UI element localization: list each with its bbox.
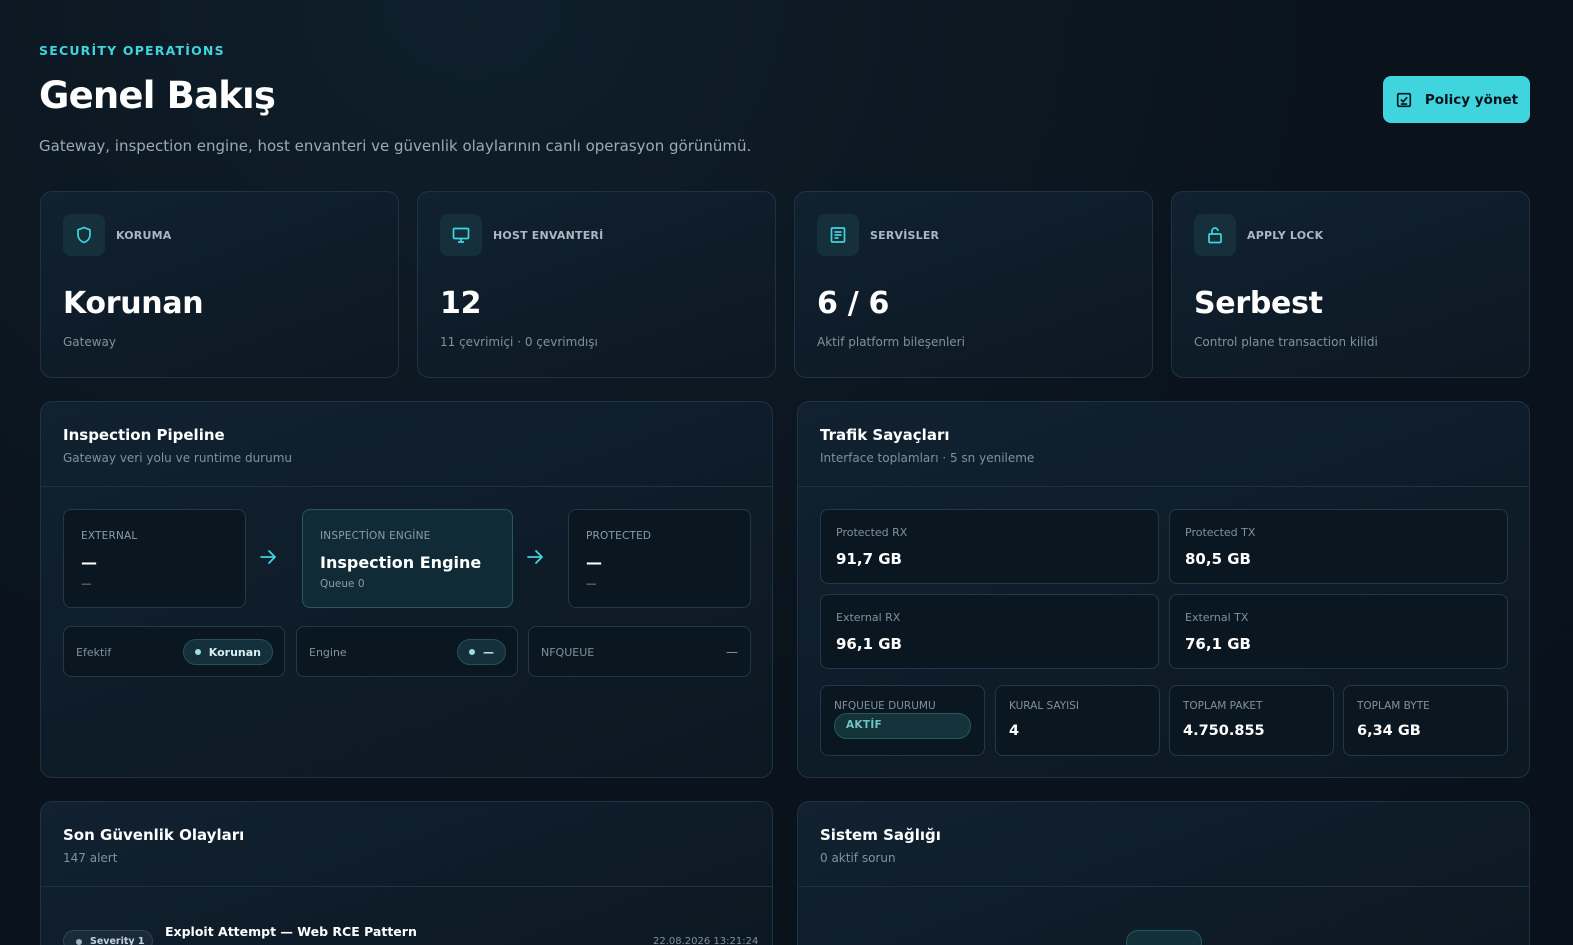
chip-engine: Engine — xyxy=(296,626,518,677)
chip-effective: Efektif Korunan xyxy=(63,626,285,677)
eyebrow: SECURİTY OPERATİONS xyxy=(39,43,225,58)
divider xyxy=(41,886,772,887)
metric-total-bytes: TOPLAM BYTE 6,34 GB xyxy=(1343,685,1508,756)
panel-subtitle: Gateway veri yolu ve runtime durumu xyxy=(63,451,293,465)
severity-dot xyxy=(76,939,82,945)
metric-external-tx: External TX 76,1 GB xyxy=(1169,594,1508,669)
stat-card-services: SERVİSLER 6 / 6 Aktif platform bileşenle… xyxy=(794,191,1153,378)
metric-rule-count: KURAL SAYISI 4 xyxy=(995,685,1160,756)
chip-value: — xyxy=(726,645,738,659)
stat-card-apply-lock: APPLY LOCK Serbest Control plane transac… xyxy=(1171,191,1530,378)
node-value: — xyxy=(81,553,97,572)
policy-manage-label: Policy yönet xyxy=(1424,91,1519,108)
traffic-counters-panel: Trafik Sayaçları Interface toplamları · … xyxy=(797,401,1530,778)
monitor-icon xyxy=(440,214,482,256)
stat-value: 6 / 6 xyxy=(817,286,890,321)
status-text: Korunan xyxy=(208,645,261,659)
metric-label: Protected TX xyxy=(1185,526,1256,539)
node-label: PROTECTED xyxy=(586,530,652,542)
metric-value: 80,5 GB xyxy=(1185,550,1251,568)
metric-label: Protected RX xyxy=(836,526,908,539)
chip-label: NFQUEUE xyxy=(541,646,595,659)
stat-sub: Gateway xyxy=(63,335,117,349)
checklist-icon xyxy=(1395,91,1413,109)
stat-sub: Control plane transaction kilidi xyxy=(1194,335,1378,349)
metric-value: 91,7 GB xyxy=(836,550,902,568)
shield-icon xyxy=(63,214,105,256)
status-dot xyxy=(469,649,475,655)
arrow-right-icon xyxy=(260,550,276,564)
status-text: — xyxy=(483,645,494,659)
node-label: INSPECTİON ENGİNE xyxy=(320,530,431,542)
stat-value: Korunan xyxy=(63,286,204,321)
pipeline-node-engine: INSPECTİON ENGİNE Inspection Engine Queu… xyxy=(302,509,513,608)
system-health-panel: Sistem Sağlığı 0 aktif sorun xyxy=(797,801,1530,945)
page-subtitle: Gateway, inspection engine, host envante… xyxy=(39,137,752,155)
health-status-badge xyxy=(1126,930,1202,945)
status-dot xyxy=(194,649,201,655)
document-icon xyxy=(817,214,859,256)
pipeline-node-external: EXTERNAL — — xyxy=(63,509,246,608)
status-badge: — xyxy=(457,639,506,665)
panel-title: Inspection Pipeline xyxy=(63,426,225,444)
unlock-icon xyxy=(1194,214,1236,256)
metric-label: KURAL SAYISI xyxy=(1009,700,1080,712)
node-sub: — xyxy=(81,578,92,590)
divider xyxy=(798,886,1529,887)
chip-label: Efektif xyxy=(76,646,112,659)
stat-sub: Aktif platform bileşenleri xyxy=(817,335,965,349)
metric-value: 4 xyxy=(1009,723,1020,739)
metric-value: 96,1 GB xyxy=(836,635,902,653)
stat-label: SERVİSLER xyxy=(870,229,940,242)
metric-label: TOPLAM PAKET xyxy=(1183,700,1263,712)
event-title: Exploit Attempt — Web RCE Pattern xyxy=(165,924,417,939)
panel-subtitle: Interface toplamları · 5 sn yenileme xyxy=(820,451,1035,465)
severity-text: Severity 1 xyxy=(90,936,145,945)
metric-value: 4.750.855 xyxy=(1183,723,1265,739)
stat-value: 12 xyxy=(440,286,482,321)
stat-card-protection: KORUMA Korunan Gateway xyxy=(40,191,399,378)
pipeline-node-protected: PROTECTED — — xyxy=(568,509,751,608)
event-time: 22.08.2026 13:21:24 xyxy=(653,936,759,945)
metric-label: External RX xyxy=(836,611,901,624)
arrow-right-icon xyxy=(527,550,543,564)
chip-label: Engine xyxy=(309,646,347,659)
metric-total-packets: TOPLAM PAKET 4.750.855 xyxy=(1169,685,1334,756)
divider xyxy=(798,486,1529,487)
stat-sub: 11 çevrimiçi · 0 çevrimdışı xyxy=(440,335,598,349)
stat-label: HOST ENVANTERİ xyxy=(493,229,604,242)
metric-value: 6,34 GB xyxy=(1357,723,1421,739)
severity-badge: Severity 1 xyxy=(63,930,153,945)
divider xyxy=(41,486,772,487)
metric-label: NFQUEUE DURUMU xyxy=(834,700,936,712)
panel-title: Sistem Sağlığı xyxy=(820,826,941,844)
node-sub: — xyxy=(586,578,597,590)
node-sub: Queue 0 xyxy=(320,578,365,590)
node-value: — xyxy=(586,553,602,572)
metric-label: TOPLAM BYTE xyxy=(1357,700,1430,712)
node-label: EXTERNAL xyxy=(81,530,138,542)
metric-label: External TX xyxy=(1185,611,1249,624)
metric-protected-tx: Protected TX 80,5 GB xyxy=(1169,509,1508,584)
panel-subtitle: 0 aktif sorun xyxy=(820,851,896,865)
metric-value: 76,1 GB xyxy=(1185,635,1251,653)
stat-label: APPLY LOCK xyxy=(1247,229,1324,242)
node-value: Inspection Engine xyxy=(320,553,482,572)
chip-nfqueue: NFQUEUE — xyxy=(528,626,751,677)
metric-protected-rx: Protected RX 91,7 GB xyxy=(820,509,1159,584)
page-title: Genel Bakış xyxy=(39,74,276,117)
stat-label: KORUMA xyxy=(116,229,172,242)
panel-subtitle: 147 alert xyxy=(63,851,118,865)
status-badge: AKTİF xyxy=(834,713,971,739)
panel-title: Trafik Sayaçları xyxy=(820,426,950,444)
stat-value: Serbest xyxy=(1194,286,1323,321)
metric-external-rx: External RX 96,1 GB xyxy=(820,594,1159,669)
inspection-pipeline-panel: Inspection Pipeline Gateway veri yolu ve… xyxy=(40,401,773,778)
policy-manage-button[interactable]: Policy yönet xyxy=(1383,76,1530,123)
status-badge: Korunan xyxy=(182,639,273,665)
stat-card-hosts: HOST ENVANTERİ 12 11 çevrimiçi · 0 çevri… xyxy=(417,191,776,378)
panel-title: Son Güvenlik Olayları xyxy=(63,826,245,844)
security-events-panel: Son Güvenlik Olayları 147 alert Severity… xyxy=(40,801,773,945)
metric-nfqueue-status: NFQUEUE DURUMU AKTİF xyxy=(820,685,985,756)
